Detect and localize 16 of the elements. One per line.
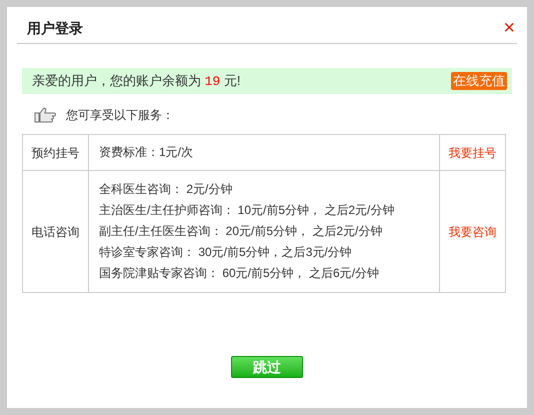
service-name: 电话咨询 bbox=[32, 224, 80, 238]
service-name: 预约挂号 bbox=[32, 146, 80, 160]
price-line: 国务院津贴专家咨询： 60元/前5分钟， 之后6元/分钟 bbox=[99, 265, 380, 282]
pointing-hand-icon bbox=[34, 107, 56, 123]
dialog-title: 用户登录 bbox=[27, 18, 83, 38]
price-line: 全科医生咨询： 2元/分钟 bbox=[99, 181, 234, 198]
balance-message: 亲爱的用户，您的账户余额为 19 元! bbox=[32, 72, 240, 91]
service-link[interactable]: 我要咨询 bbox=[448, 224, 496, 238]
price-line: 副主任/主任医生咨询： 20元/前5分钟， 之后2元/分钟 bbox=[99, 223, 384, 240]
close-button[interactable]: × bbox=[503, 18, 515, 38]
price-line: 资费标准：1元/次 bbox=[99, 145, 194, 160]
price-line: 特诊室专家咨询： 30元/前5分钟，之后3元/分钟 bbox=[99, 244, 353, 261]
price-line: 主治医生/主任护师咨询： 10元/前5分钟， 之后2元/分钟 bbox=[99, 202, 396, 219]
recharge-button[interactable]: 在线充值 bbox=[451, 72, 507, 90]
services-heading: 您可享受以下服务： bbox=[66, 107, 174, 124]
skip-button[interactable]: 跳过 bbox=[231, 356, 303, 378]
